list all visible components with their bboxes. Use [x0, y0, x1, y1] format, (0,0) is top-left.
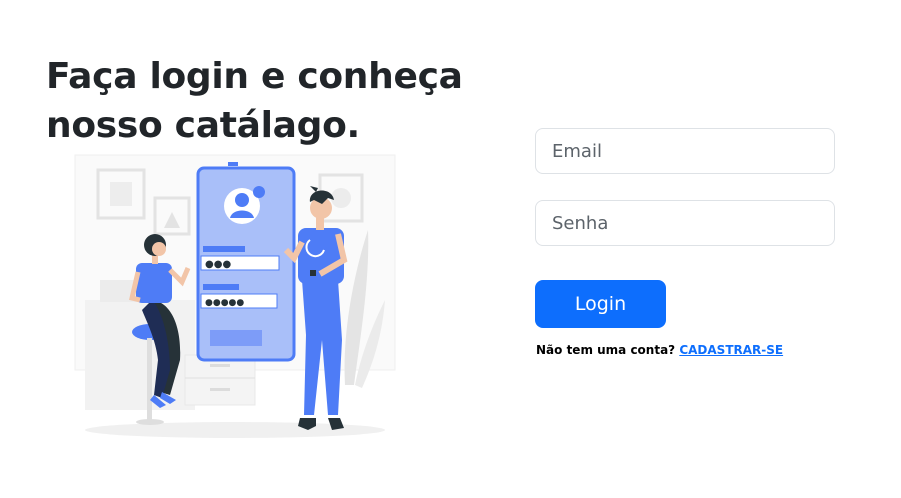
- signup-link[interactable]: CADASTRAR-SE: [679, 343, 783, 357]
- svg-text:●●●●●: ●●●●●: [205, 298, 244, 308]
- page-title: Faça login e conheça nosso catálago.: [46, 56, 463, 146]
- login-illustration: ●●● ●●●●●: [74, 154, 396, 438]
- email-field[interactable]: [535, 128, 835, 174]
- signup-prompt-text: Não tem uma conta?: [536, 343, 676, 357]
- password-field[interactable]: [535, 200, 835, 246]
- svg-text:●●●: ●●●: [205, 259, 231, 270]
- login-button[interactable]: Login: [535, 280, 666, 328]
- signup-prompt: Não tem uma conta? CADASTRAR-SE: [536, 343, 783, 357]
